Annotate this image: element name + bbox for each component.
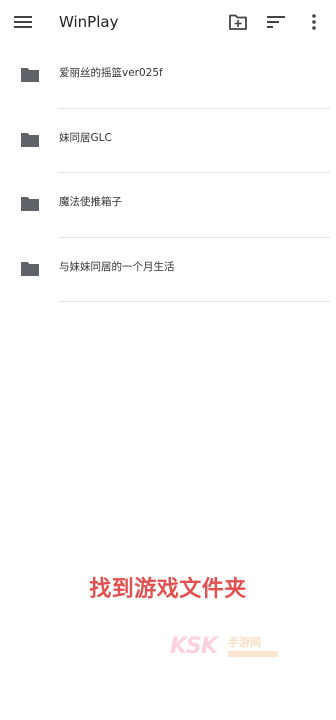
folder-list: 爱丽丝的摇篮ver025f 妹同居GLC 魔法使推箱子 与妹妹同居的一个月生活 xyxy=(0,44,336,302)
list-item[interactable]: 妹同居GLC xyxy=(0,109,336,173)
sort-button[interactable] xyxy=(264,10,288,34)
divider xyxy=(59,301,330,302)
sort-icon xyxy=(267,16,285,28)
app-title: WinPlay xyxy=(59,13,119,31)
menu-icon xyxy=(14,16,32,28)
menu-button[interactable] xyxy=(12,11,34,33)
top-app-bar: WinPlay xyxy=(0,0,336,44)
create-new-folder-icon xyxy=(229,14,247,30)
folder-name: 与妹妹同居的一个月生活 xyxy=(59,260,175,273)
watermark-brand: KSK xyxy=(170,634,218,659)
folder-icon xyxy=(21,261,39,276)
file-browser-screen: WinPlay 爱丽丝的摇篮ver025f 妹同居GLC 魔法使推箱子 与妹妹同… xyxy=(0,0,336,720)
watermark-logo: KSK 手游网 xyxy=(170,633,282,661)
folder-icon xyxy=(21,68,39,82)
folder-name: 爱丽丝的摇篮ver025f xyxy=(59,67,163,79)
more-options-button[interactable] xyxy=(302,10,326,34)
watermark-bar xyxy=(228,651,278,657)
annotation-caption: 找到游戏文件夹 xyxy=(89,577,247,602)
more-vert-icon xyxy=(312,14,316,30)
folder-icon xyxy=(21,132,39,147)
list-item[interactable]: 爱丽丝的摇篮ver025f xyxy=(0,44,336,109)
folder-icon xyxy=(21,197,39,211)
list-item[interactable]: 魔法使推箱子 xyxy=(0,173,336,238)
list-item[interactable]: 与妹妹同居的一个月生活 xyxy=(0,238,336,302)
folder-name: 妹同居GLC xyxy=(59,131,112,144)
folder-name: 魔法使推箱子 xyxy=(59,196,122,208)
new-folder-button[interactable] xyxy=(226,10,250,34)
watermark-sub: 手游网 xyxy=(228,636,261,649)
